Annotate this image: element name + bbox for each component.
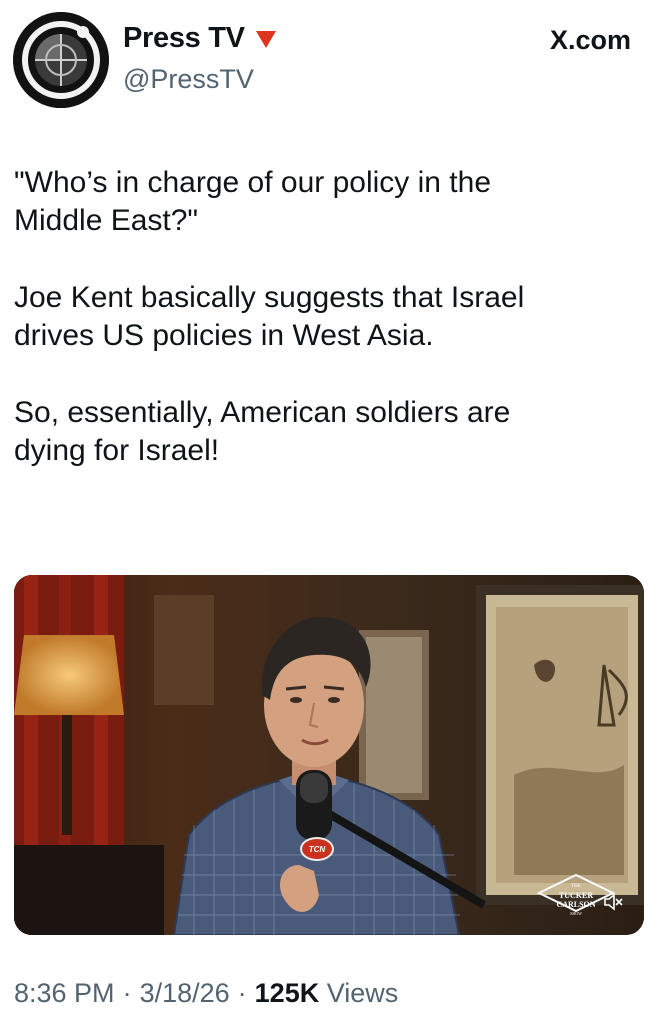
watermark-line: TUCKER: [558, 891, 594, 900]
views-label: Views: [326, 978, 399, 1008]
watermark-line: SHOW: [570, 911, 582, 916]
tweet-text: "Who’s in charge of our policy in the Mi…: [14, 164, 634, 509]
views-count: 125K: [254, 978, 320, 1008]
tweet-paragraph: Joe Kent basically suggests that Israel …: [14, 281, 525, 352]
video-thumbnail[interactable]: TCN THE TUCKER CARLSON SHOW: [14, 575, 644, 935]
watermark-line: CARLSON: [556, 900, 596, 909]
post-date[interactable]: 3/18/26: [140, 978, 230, 1009]
tweet-header: Press TV @PressTV X.com: [0, 0, 657, 120]
views-stat[interactable]: 125K Views: [255, 978, 399, 1009]
mute-button[interactable]: [602, 891, 624, 913]
source-label: X.com: [549, 25, 631, 55]
video-frame: [14, 575, 644, 935]
tweet-meta: 8:36 PM · 3/18/26 · 125K Views: [14, 978, 398, 1009]
separator-dot: ·: [122, 978, 132, 1008]
separator-dot: ·: [237, 978, 247, 1008]
user-handle[interactable]: @PressTV: [123, 64, 254, 95]
post-time[interactable]: 8:36 PM: [14, 978, 115, 1009]
show-watermark: THE TUCKER CARLSON SHOW: [552, 882, 600, 918]
press-tv-logo-icon: [13, 12, 109, 108]
avatar[interactable]: [13, 12, 109, 108]
watermark-line: THE: [571, 884, 581, 889]
speaker-muted-icon: [604, 893, 623, 911]
tweet-paragraph: So, essentially, American soldiers are d…: [14, 396, 511, 467]
tweet-paragraph: "Who’s in charge of our policy in the Mi…: [14, 166, 492, 237]
display-name[interactable]: Press TV: [123, 22, 245, 55]
mic-flag-label: TCN: [308, 844, 326, 854]
red-triangle-badge-icon: [255, 30, 276, 48]
mic-flag: TCN: [300, 837, 334, 861]
